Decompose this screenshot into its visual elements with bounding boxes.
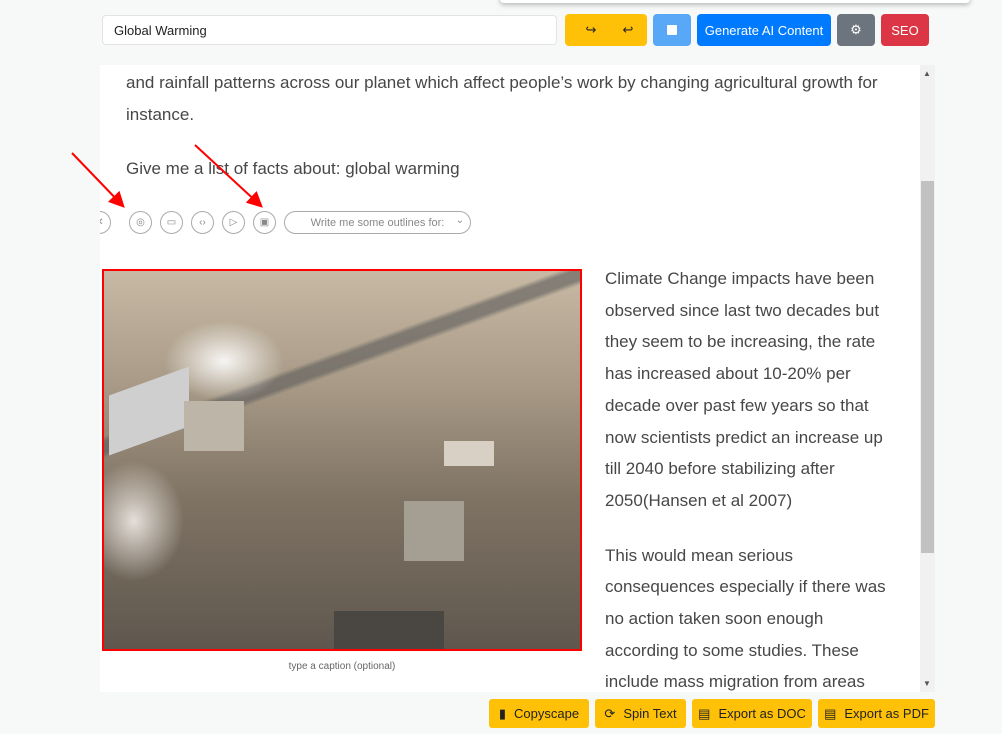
pdf-file-icon: ▤ bbox=[824, 705, 837, 721]
document-icon: ▮ bbox=[498, 705, 507, 721]
doc-file-icon: ▤ bbox=[698, 705, 711, 721]
arrow bbox=[71, 152, 125, 208]
export-pdf-button[interactable]: ▤ Export as PDF bbox=[818, 699, 935, 728]
spin-text-button[interactable]: ⟳ Spin Text bbox=[595, 699, 686, 728]
annotation-arrows bbox=[71, 144, 263, 208]
export-doc-button[interactable]: ▤ Export as DOC bbox=[692, 699, 812, 728]
sync-icon: ⟳ bbox=[604, 705, 616, 721]
copyscape-button[interactable]: ▮ Copyscape bbox=[489, 699, 589, 728]
arrow bbox=[194, 144, 263, 208]
